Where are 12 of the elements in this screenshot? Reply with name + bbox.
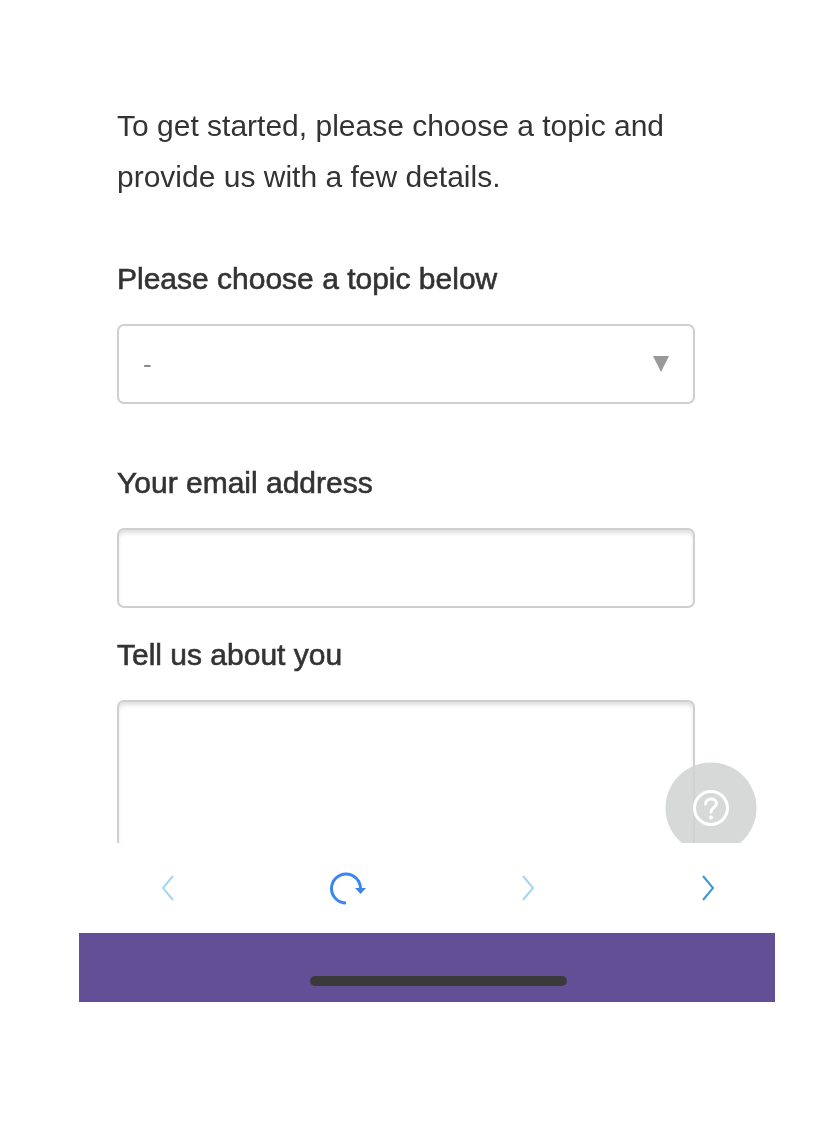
- field-label: Tell us about you: [117, 637, 344, 673]
- caret-icon: [653, 356, 669, 372]
- field-label: Your email address: [117, 465, 374, 501]
- chevron-right-icon: [519, 874, 537, 902]
- email-field[interactable]: [117, 528, 695, 608]
- chevron-right-icon: [699, 874, 717, 902]
- topic-dropdown[interactable]: -: [117, 324, 695, 404]
- chevron-left-icon: [159, 874, 177, 902]
- field-label: Please choose a topic below: [117, 261, 499, 297]
- help-icon: [693, 790, 729, 826]
- message-field[interactable]: [117, 700, 695, 843]
- intro-text: To get started, please choose a topic and provide us with a few details.: [117, 108, 666, 195]
